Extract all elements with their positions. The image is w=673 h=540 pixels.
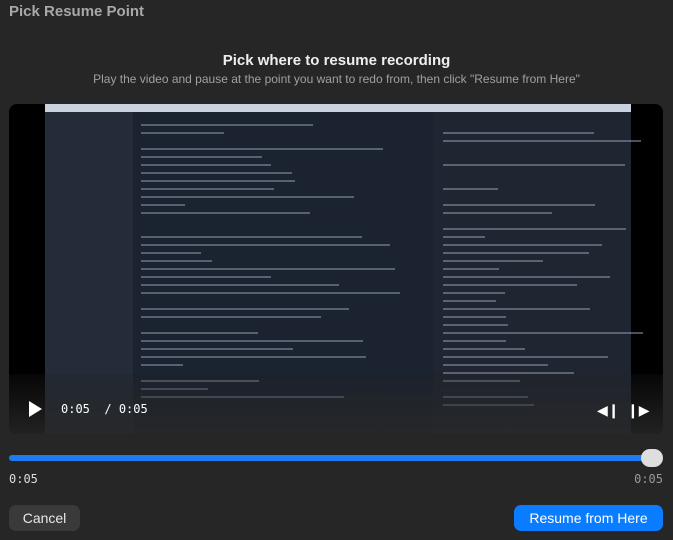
video-text-line xyxy=(141,164,271,166)
video-text-line xyxy=(141,316,321,318)
video-text-line xyxy=(141,252,201,254)
scrubber-start-time: 0:05 xyxy=(9,472,38,486)
video-text-line xyxy=(443,324,508,326)
video-text-line xyxy=(443,364,548,366)
video-text-line xyxy=(443,340,506,342)
video-text-line xyxy=(141,180,295,182)
scrubber-track[interactable] xyxy=(9,455,654,461)
scrubber-end-time: 0:05 xyxy=(634,472,663,486)
video-text-line xyxy=(141,156,262,158)
video-text-line xyxy=(443,252,589,254)
resume-from-here-button[interactable]: Resume from Here xyxy=(514,505,663,531)
video-text-line xyxy=(141,364,183,366)
video-text-line xyxy=(141,268,395,270)
video-text-line xyxy=(141,124,313,126)
video-text-line xyxy=(141,132,224,134)
video-text-line xyxy=(443,332,643,334)
video-text-line xyxy=(443,140,641,142)
video-player[interactable]: 0:05 / 0:05 ◀❙ ❙▶ xyxy=(9,104,663,434)
video-text-line xyxy=(141,244,390,246)
skip-back-icon[interactable]: ◀❙ xyxy=(597,402,620,419)
window-title: Pick Resume Point xyxy=(9,3,144,20)
video-text-line xyxy=(141,204,185,206)
video-text-line xyxy=(141,276,271,278)
video-time: 0:05 / 0:05 xyxy=(61,402,148,416)
video-text-line xyxy=(443,316,506,318)
video-text-line xyxy=(141,212,310,214)
video-text-line xyxy=(443,244,602,246)
video-text-line xyxy=(443,308,590,310)
video-text-line xyxy=(141,308,349,310)
video-text-line xyxy=(141,332,258,334)
skip-forward-icon[interactable]: ❙▶ xyxy=(627,402,650,419)
video-text-line xyxy=(141,188,274,190)
video-text-line xyxy=(141,292,400,294)
video-text-line xyxy=(443,284,577,286)
video-text-line xyxy=(443,348,525,350)
video-text-line xyxy=(141,172,292,174)
video-text-line xyxy=(443,212,552,214)
play-icon[interactable] xyxy=(29,401,42,417)
video-text-line xyxy=(443,228,626,230)
video-text-line xyxy=(443,356,608,358)
video-text-line xyxy=(141,340,363,342)
video-text-line xyxy=(443,236,485,238)
page-heading: Pick where to resume recording xyxy=(0,52,673,69)
video-text-line xyxy=(141,196,354,198)
video-text-line xyxy=(443,268,499,270)
video-text-line xyxy=(141,356,366,358)
video-text-line xyxy=(141,236,362,238)
video-text-line xyxy=(141,284,339,286)
video-text-line xyxy=(443,204,595,206)
video-text-line xyxy=(443,188,498,190)
video-text-line xyxy=(443,276,610,278)
video-menubar xyxy=(45,104,631,112)
video-text-line xyxy=(443,132,594,134)
video-text-line xyxy=(443,292,505,294)
cancel-button[interactable]: Cancel xyxy=(9,505,80,531)
video-text-line xyxy=(141,148,383,150)
video-text-line xyxy=(141,348,293,350)
page-subtitle: Play the video and pause at the point yo… xyxy=(0,72,673,86)
video-text-line xyxy=(141,260,212,262)
video-text-line xyxy=(443,300,496,302)
video-text-line xyxy=(443,164,625,166)
scrubber-handle[interactable] xyxy=(641,449,663,467)
video-text-line xyxy=(443,260,543,262)
